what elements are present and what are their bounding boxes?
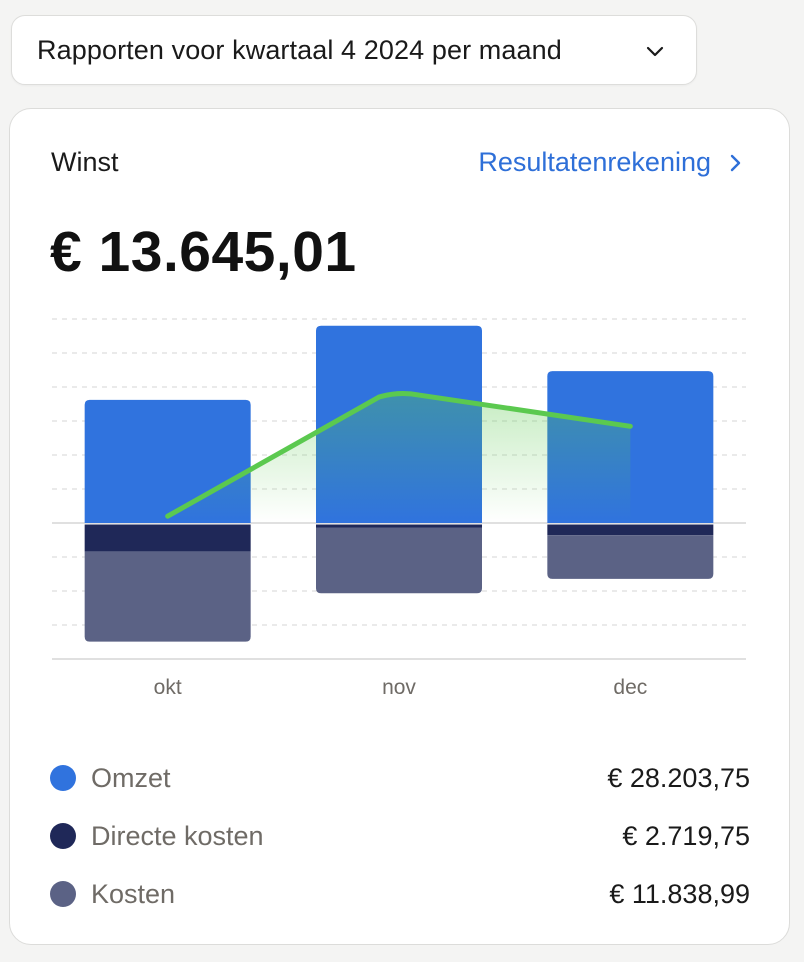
- legend-dot: [50, 823, 76, 849]
- legend-label: Kosten: [91, 878, 176, 909]
- profit-chart: okt nov dec: [52, 318, 746, 699]
- legend-row: Directe kosten € 2.719,75: [50, 807, 750, 865]
- legend: Omzet € 28.203,75 Directe kosten € 2.719,75…: [50, 749, 750, 923]
- legend-dot: [50, 881, 76, 907]
- bar-kosten: [316, 527, 482, 594]
- legend-dot: [50, 765, 76, 791]
- x-tick-label: okt: [154, 676, 182, 699]
- legend-label: Omzet: [91, 762, 171, 793]
- period-select-label: Rapporten voor kwartaal 4 2024 per maand: [37, 34, 562, 65]
- legend-value: € 11.838,99: [609, 878, 750, 909]
- bar-directe-kosten: [84, 524, 251, 552]
- bar-directe-kosten: [547, 524, 714, 536]
- chevron-down-icon: [646, 46, 664, 57]
- legend-value: € 2.719,75: [622, 820, 750, 851]
- x-tick-label: dec: [613, 676, 647, 699]
- period-select[interactable]: Rapporten voor kwartaal 4 2024 per maand: [11, 15, 697, 85]
- x-tick-label: nov: [382, 676, 416, 699]
- legend-value: € 28.203,75: [607, 762, 750, 793]
- bar-directe-kosten: [316, 524, 482, 528]
- bar-kosten: [547, 535, 714, 579]
- profit-card: Winst Resultatenrekening € 13.645,01 okt…: [9, 108, 790, 945]
- legend-row: Omzet € 28.203,75: [50, 749, 750, 807]
- bar-kosten: [84, 551, 251, 642]
- legend-label: Directe kosten: [91, 820, 264, 851]
- legend-row: Kosten € 11.838,99: [50, 865, 750, 923]
